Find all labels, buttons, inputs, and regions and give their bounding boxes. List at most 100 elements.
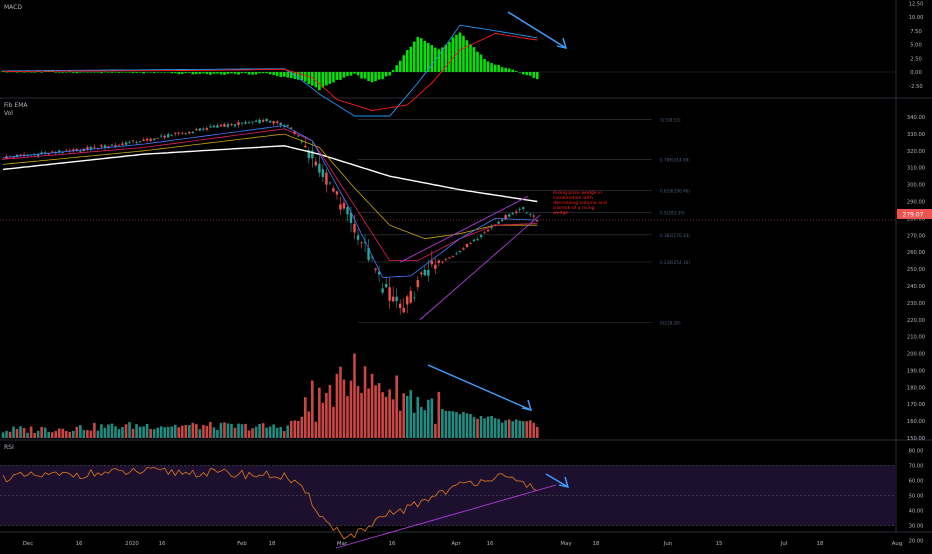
candle-body <box>219 124 223 127</box>
volume-bar <box>416 396 420 438</box>
candle <box>145 137 149 143</box>
volume-bar <box>187 425 191 438</box>
candle-body <box>86 147 89 150</box>
macd-histogram-bar <box>272 72 275 76</box>
candle <box>240 122 244 126</box>
macd-histogram-bar <box>363 72 367 79</box>
candle <box>174 132 177 136</box>
chart-canvas[interactable]: 1(338.53) 0.786(314.99) 0.618(296.46) 0.5(2… <box>0 0 932 550</box>
candle <box>511 211 514 215</box>
macd-histogram-bar <box>307 72 311 85</box>
candle-body <box>504 215 507 219</box>
macd-histogram-bar <box>145 72 149 73</box>
macd-histogram-bar <box>465 40 469 72</box>
volume-bar <box>448 411 451 438</box>
volume-bar <box>318 387 321 438</box>
candle <box>476 236 479 242</box>
candle-body <box>507 214 511 217</box>
candle <box>124 140 128 146</box>
candle-body <box>177 132 180 134</box>
macd-histogram-bar <box>532 72 536 78</box>
candle-body <box>423 270 426 276</box>
trading-chart[interactable]: 1(338.53) 0.786(314.99) 0.618(296.46) 0.5(2… <box>0 0 932 550</box>
macd-histogram-bar <box>202 72 205 74</box>
volume-bar <box>405 395 409 438</box>
macd-histogram-bar <box>370 72 374 83</box>
volume-bar <box>131 428 135 438</box>
macd-histogram-bar <box>216 72 219 74</box>
candle-body <box>279 122 282 126</box>
candle <box>479 233 483 240</box>
macd-histogram-bar <box>117 72 121 73</box>
candle-body <box>476 239 479 240</box>
candle <box>507 213 511 218</box>
macd-histogram-bar <box>68 71 72 73</box>
candle-body <box>332 188 335 192</box>
macd-histogram-bar <box>275 72 279 76</box>
candle-body <box>237 122 240 125</box>
macd-histogram-bar <box>93 72 96 73</box>
candle <box>395 288 398 308</box>
volume-bar <box>388 389 391 438</box>
candle <box>532 213 535 220</box>
candle-body <box>128 141 131 143</box>
candle-body <box>532 215 535 217</box>
macd-axis-tick: -2.50 <box>909 84 922 90</box>
candle-body <box>465 243 469 247</box>
volume-bar <box>219 422 223 438</box>
volume-bar <box>89 430 93 438</box>
time-axis-tick: 2020 <box>125 541 139 547</box>
macd-histogram-bar <box>430 45 434 72</box>
volume-bar <box>528 420 532 438</box>
time-axis-tick: Dec <box>23 541 33 547</box>
candle-body <box>448 257 451 259</box>
wedge-upper-line <box>399 196 529 263</box>
candle <box>402 298 405 314</box>
candle-body <box>437 260 441 263</box>
candle-body <box>384 283 388 288</box>
volume-bar <box>434 423 437 438</box>
candle-body <box>272 121 275 124</box>
candle <box>247 120 251 124</box>
candle <box>202 126 205 132</box>
volume-bar <box>230 423 233 438</box>
candle <box>223 122 226 128</box>
candle-body <box>159 135 163 137</box>
candle-body <box>275 121 279 123</box>
candle <box>406 294 409 314</box>
candle <box>437 259 441 267</box>
macd-histogram-bar <box>451 37 455 72</box>
candle <box>314 157 318 167</box>
volume-bar <box>33 432 36 438</box>
candle-body <box>472 239 476 242</box>
volume-bar <box>15 428 19 438</box>
macd-histogram-bar <box>458 32 462 72</box>
volume-bar <box>346 396 349 438</box>
candle-body <box>114 145 117 147</box>
price-axis-tick: 340.00 <box>907 115 925 121</box>
candle-body <box>430 260 434 265</box>
candle-body <box>36 154 40 157</box>
candle-body <box>346 207 349 215</box>
candle <box>61 150 64 155</box>
candle <box>103 143 107 151</box>
candle <box>209 123 212 128</box>
candle <box>518 207 521 213</box>
macd-histogram-bar <box>388 72 391 76</box>
time-axis-tick: Mar <box>337 541 348 547</box>
macd-histogram-bar <box>15 72 19 73</box>
candle-body <box>205 128 209 130</box>
candle <box>458 250 462 254</box>
macd-histogram-bar <box>504 67 507 72</box>
candle-body <box>184 132 187 134</box>
candle-body <box>304 145 307 148</box>
macd-histogram-bar <box>279 72 282 77</box>
candle <box>388 277 391 309</box>
candle-body <box>149 138 152 141</box>
volume-bar <box>1 432 5 438</box>
candle <box>268 120 272 123</box>
macd-histogram-bar <box>152 72 156 74</box>
volume-bar <box>458 414 462 438</box>
candle <box>167 132 170 138</box>
candle-body <box>110 144 114 146</box>
